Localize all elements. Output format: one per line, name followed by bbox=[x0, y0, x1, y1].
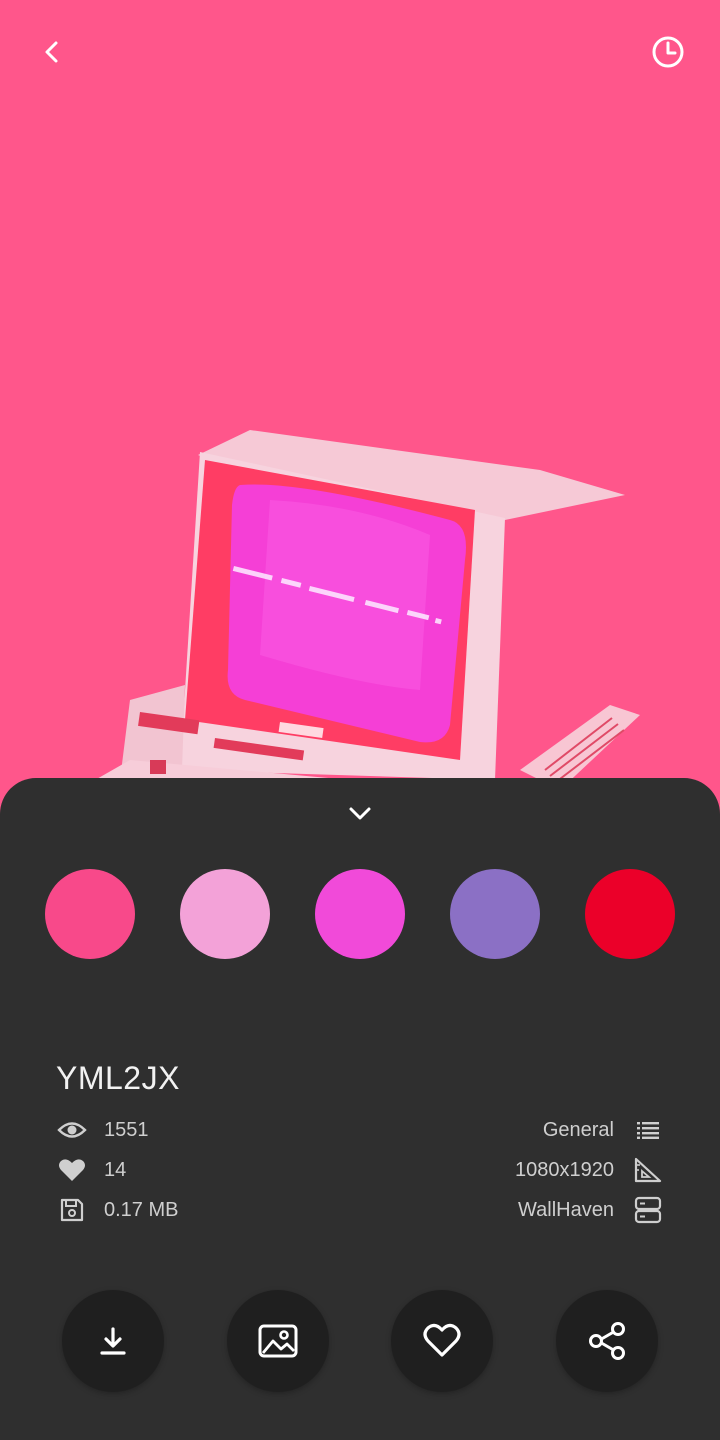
collapse-sheet-button[interactable] bbox=[336, 796, 384, 832]
server-icon bbox=[632, 1195, 664, 1225]
info-sheet: YML2JX 1551 14 0.17 MB General 1080x1920… bbox=[0, 778, 720, 1440]
share-icon bbox=[589, 1322, 625, 1360]
chevron-left-icon bbox=[45, 41, 58, 63]
floppy-disk-icon bbox=[56, 1195, 88, 1225]
size-stat: 0.17 MB bbox=[56, 1195, 178, 1225]
file-size: 0.17 MB bbox=[104, 1198, 179, 1221]
download-icon bbox=[100, 1327, 126, 1355]
color-swatch[interactable] bbox=[585, 869, 675, 959]
resolution-label: 1080x1920 bbox=[515, 1158, 614, 1181]
share-button[interactable] bbox=[556, 1290, 658, 1392]
heart-outline-icon bbox=[423, 1323, 461, 1357]
color-swatch[interactable] bbox=[315, 869, 405, 959]
source-label: WallHaven bbox=[518, 1198, 614, 1221]
category-stat: General bbox=[543, 1115, 664, 1145]
set-square-icon bbox=[632, 1155, 664, 1185]
wallpaper-preview[interactable] bbox=[0, 0, 720, 800]
retro-computer-image bbox=[60, 430, 640, 800]
heart-icon bbox=[56, 1155, 88, 1185]
back-button[interactable] bbox=[24, 24, 80, 80]
top-bar bbox=[0, 0, 720, 100]
image-icon bbox=[258, 1324, 298, 1358]
color-swatch[interactable] bbox=[45, 869, 135, 959]
history-button[interactable] bbox=[640, 24, 696, 80]
set-wallpaper-button[interactable] bbox=[227, 1290, 329, 1392]
wallpaper-id: YML2JX bbox=[56, 1060, 180, 1096]
clock-icon bbox=[652, 36, 684, 68]
views-stat: 1551 bbox=[56, 1115, 149, 1145]
action-bar bbox=[0, 1290, 720, 1394]
color-swatch[interactable] bbox=[450, 869, 540, 959]
eye-icon bbox=[56, 1115, 88, 1145]
category-label: General bbox=[542, 1118, 614, 1141]
favorites-count: 14 bbox=[104, 1158, 127, 1181]
chevron-down-icon bbox=[349, 807, 371, 820]
source-stat: WallHaven bbox=[518, 1195, 664, 1225]
color-swatch[interactable] bbox=[180, 869, 270, 959]
color-palette bbox=[45, 869, 675, 959]
views-count: 1551 bbox=[104, 1118, 149, 1141]
download-button[interactable] bbox=[62, 1290, 164, 1392]
list-icon bbox=[632, 1115, 664, 1145]
resolution-stat: 1080x1920 bbox=[515, 1155, 664, 1185]
favorite-button[interactable] bbox=[391, 1290, 493, 1392]
favorites-stat: 14 bbox=[56, 1155, 126, 1185]
